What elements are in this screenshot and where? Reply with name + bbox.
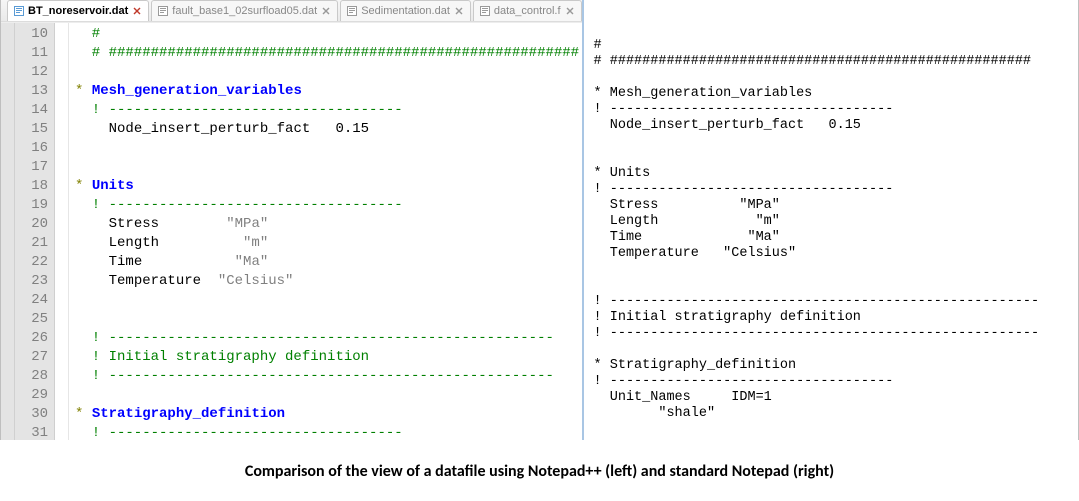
line-no: 26: [15, 329, 48, 348]
line-no: 31: [15, 424, 48, 440]
line-no: 28: [15, 367, 48, 386]
code-line: # ######################################…: [75, 44, 582, 63]
line-no: 12: [15, 63, 48, 82]
code-line: Node_insert_perturb_fact 0.15: [75, 120, 582, 139]
file-icon: [347, 6, 357, 16]
close-icon[interactable]: [454, 6, 464, 16]
code-line: * Units: [75, 177, 582, 196]
line-no: 25: [15, 310, 48, 329]
code-line: [75, 139, 582, 158]
code-line: ! Initial stratigraphy definition: [75, 348, 582, 367]
file-icon: [480, 6, 490, 16]
line-no: 17: [15, 158, 48, 177]
tab-3[interactable]: data_control.f: [473, 0, 582, 21]
code-line: ! -----------------------------------: [75, 101, 582, 120]
tab-label: Sedimentation.dat: [361, 5, 450, 17]
line-no: 13: [15, 82, 48, 101]
comparison-panes: BT_noreservoir.dat fault_base1_02surfloa…: [0, 0, 1079, 440]
code-line: [75, 291, 582, 310]
tab-label: BT_noreservoir.dat: [28, 5, 128, 17]
line-no: 23: [15, 272, 48, 291]
bookmark-strip: [1, 23, 15, 440]
line-no: 30: [15, 405, 48, 424]
tab-2[interactable]: Sedimentation.dat: [340, 0, 471, 21]
line-no: 24: [15, 291, 48, 310]
code-line: ! --------------------------------------…: [75, 367, 582, 386]
line-no: 29: [15, 386, 48, 405]
line-no: 14: [15, 101, 48, 120]
line-no: 10: [15, 25, 48, 44]
close-icon[interactable]: [132, 6, 142, 16]
code-line: [75, 63, 582, 82]
notepad-text[interactable]: # # ####################################…: [594, 38, 1068, 422]
tab-1[interactable]: fault_base1_02surfload05.dat: [151, 0, 338, 21]
line-no: 18: [15, 177, 48, 196]
code-line: * Stratigraphy_definition: [75, 405, 582, 424]
code-line: Time "Ma": [75, 253, 582, 272]
line-no: 20: [15, 215, 48, 234]
code-line: Length "m": [75, 234, 582, 253]
line-no: 22: [15, 253, 48, 272]
code-line: * Mesh_generation_variables: [75, 82, 582, 101]
editor-shell: 10 11 12 13 14 15 16 17 18 19 20 21 22 2…: [1, 22, 582, 440]
code-line: ! -----------------------------------: [75, 196, 582, 215]
line-no: 21: [15, 234, 48, 253]
tab-label: fault_base1_02surfload05.dat: [172, 5, 317, 17]
tab-0[interactable]: BT_noreservoir.dat: [7, 0, 149, 21]
line-no: 15: [15, 120, 48, 139]
line-no: 16: [15, 139, 48, 158]
code-line: [75, 158, 582, 177]
code-line: [75, 310, 582, 329]
code-line: ! --------------------------------------…: [75, 329, 582, 348]
code-line: Temperature "Celsius": [75, 272, 582, 291]
figure-caption: Comparison of the view of a datafile usi…: [0, 440, 1079, 481]
line-no: 27: [15, 348, 48, 367]
notepadpp-pane: BT_noreservoir.dat fault_base1_02surfloa…: [1, 0, 584, 440]
line-number-gutter: 10 11 12 13 14 15 16 17 18 19 20 21 22 2…: [15, 23, 55, 440]
code-line: #: [75, 25, 582, 44]
line-no: 19: [15, 196, 48, 215]
code-line: [75, 386, 582, 405]
tab-label: data_control.f: [494, 5, 561, 17]
code-area[interactable]: # # ####################################…: [69, 23, 582, 440]
code-line: ! -----------------------------------: [75, 424, 582, 440]
notepad-pane: # # ####################################…: [584, 0, 1078, 440]
close-icon[interactable]: [321, 6, 331, 16]
fold-strip: [55, 23, 69, 440]
code-line: Stress "MPa": [75, 215, 582, 234]
close-icon[interactable]: [565, 6, 575, 16]
line-no: 11: [15, 44, 48, 63]
file-icon: [158, 6, 168, 16]
tab-bar: BT_noreservoir.dat fault_base1_02surfloa…: [1, 0, 582, 22]
file-icon: [14, 6, 24, 16]
